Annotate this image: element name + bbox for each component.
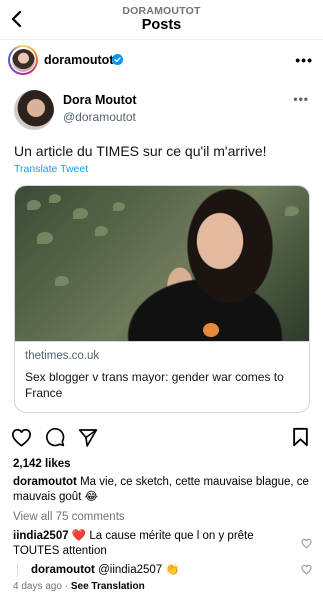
view-all-comments-link[interactable]: View all 75 comments (13, 511, 125, 523)
reply-thread-line (17, 563, 18, 577)
tweet-more-icon: ••• (293, 92, 309, 106)
link-preview-info: thetimes.co.uk Sex blogger v trans mayor… (15, 341, 309, 412)
comment-username[interactable]: iindia2507 (13, 530, 69, 542)
comment-icon[interactable] (44, 426, 66, 448)
reply-item: doramoutot @iindia2507 👏 (31, 562, 281, 576)
account-label: DORAMOUTOT (122, 5, 201, 17)
tweet-avatar (14, 90, 54, 130)
more-options-icon[interactable]: ••• (295, 52, 313, 68)
caption-username[interactable]: doramoutot (13, 476, 77, 488)
link-domain: thetimes.co.uk (25, 350, 100, 362)
tweet-author-handle: @doramoutot (63, 110, 136, 124)
bookmark-icon[interactable] (289, 426, 311, 448)
page-title: Posts (141, 17, 182, 33)
reply-username[interactable]: doramoutot (31, 564, 95, 576)
top-bar: DORAMOUTOT Posts (0, 0, 323, 40)
post-header: doramoutot ••• (0, 42, 323, 80)
tweet-author-name: Dora Moutot (63, 93, 137, 107)
verified-badge-icon (112, 54, 123, 65)
tweet-image: Dora Moutot @doramoutot ••• Un article d… (0, 82, 323, 420)
post-username[interactable]: doramoutot (44, 53, 113, 67)
avatar[interactable] (8, 45, 38, 75)
comment-item: iindia2507 ❤️ La cause mérite que l on y… (13, 529, 293, 558)
reply-like-icon[interactable] (301, 564, 312, 575)
link-title: Sex blogger v trans mayor: gender war co… (25, 370, 284, 400)
link-preview-card: thetimes.co.uk Sex blogger v trans mayor… (14, 185, 310, 413)
post-actions (0, 426, 323, 450)
article-photo (15, 186, 309, 341)
post-timestamp: 4 days ago (13, 581, 62, 592)
post-meta: 4 days ago · See Translation (13, 581, 145, 592)
reply-text: @iindia2507 👏 (98, 564, 180, 576)
caption: doramoutot Ma vie, ce sketch, cette mauv… (13, 475, 313, 505)
comment-like-icon[interactable] (301, 538, 312, 549)
send-icon[interactable] (77, 426, 99, 448)
tweet-text: Un article du TIMES sur ce qu'il m'arriv… (14, 143, 267, 159)
likes-count[interactable]: 2,142 likes (13, 458, 71, 470)
see-translation-link[interactable]: See Translation (71, 581, 145, 592)
heart-icon[interactable] (10, 426, 32, 448)
translate-tweet-link: Translate Tweet (14, 163, 89, 175)
meta-separator: · (64, 581, 69, 592)
